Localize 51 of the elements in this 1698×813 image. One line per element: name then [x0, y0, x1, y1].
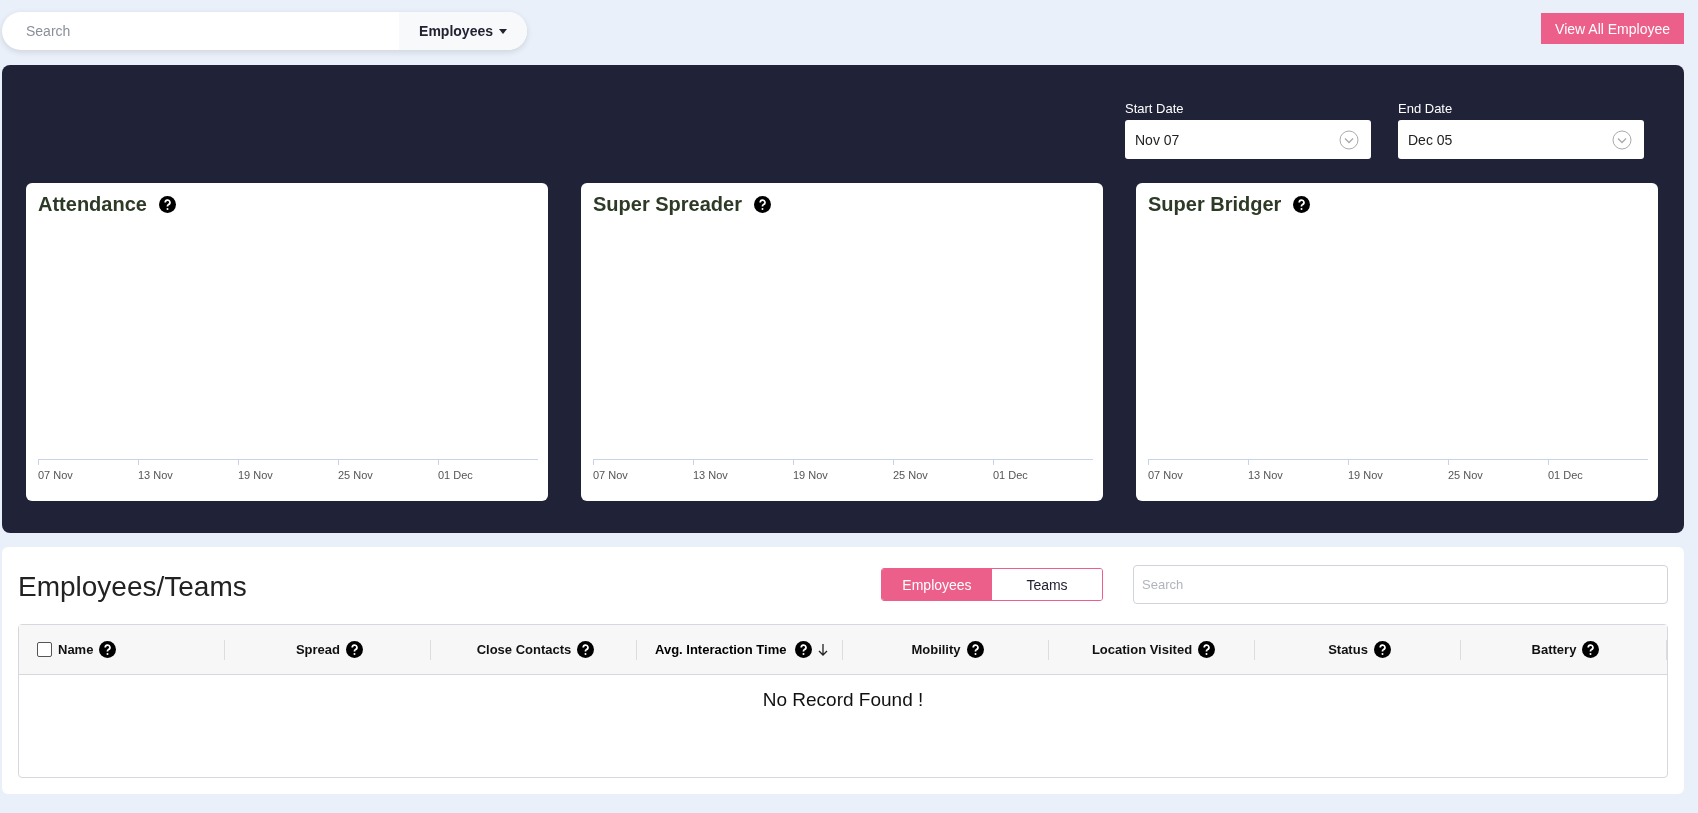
column-header: Close Contacts: [476, 642, 572, 657]
axis-label: 01 Dec: [1548, 469, 1583, 481]
column-header: Avg. Interaction Time: [655, 642, 788, 657]
help-icon: [966, 641, 984, 658]
axis-label: 07 Nov: [593, 469, 628, 481]
chart-title: Super Bridger: [1148, 193, 1282, 216]
axis-label: 01 Dec: [993, 469, 1028, 481]
help-icon: [346, 641, 364, 658]
column-header: Name: [58, 642, 94, 657]
employees-dropdown[interactable]: Employees: [399, 12, 527, 50]
axis-label: 19 Nov: [238, 469, 273, 481]
column-header: Battery: [1531, 642, 1577, 657]
axis-label: 19 Nov: [1348, 469, 1383, 481]
column-header: Mobility: [911, 642, 961, 657]
date-picker[interactable]: Nov 07: [1125, 120, 1371, 159]
search-field[interactable]: Search: [1133, 565, 1668, 604]
axis-label: 13 Nov: [138, 469, 173, 481]
axis-label: 13 Nov: [1248, 469, 1283, 481]
help-icon: [795, 641, 812, 658]
chart-title: Super Spreader: [593, 193, 742, 216]
date-label: End Date: [1398, 101, 1454, 116]
axis-label: 25 Nov: [1448, 469, 1483, 481]
date-picker[interactable]: Dec 05: [1398, 120, 1644, 159]
axis-label: 01 Dec: [438, 469, 473, 481]
axis-label: 25 Nov: [338, 469, 373, 481]
date-label: Start Date: [1125, 101, 1185, 116]
axis-label: 07 Nov: [1148, 469, 1183, 481]
help-icon: [1373, 641, 1391, 658]
axis-label: 25 Nov: [893, 469, 928, 481]
empty-message: No Record Found !: [762, 689, 924, 710]
axis-label: 19 Nov: [793, 469, 828, 481]
search-field[interactable]: Search Employees: [2, 12, 527, 50]
chevron-down-icon: [1612, 129, 1632, 150]
caret-icon: [499, 28, 507, 34]
column-header: Spread: [295, 642, 341, 657]
checkbox[interactable]: [37, 642, 52, 657]
help-icon: [99, 641, 117, 658]
help-icon: [158, 196, 176, 213]
chart-title: Attendance: [38, 193, 147, 216]
arrow-down-icon: [818, 643, 828, 656]
help-icon: [753, 196, 771, 213]
chevron-down-icon: [1339, 129, 1359, 150]
axis-label: 07 Nov: [38, 469, 73, 481]
help-icon: [1293, 196, 1311, 213]
axis-label: 13 Nov: [693, 469, 728, 481]
help-icon: [1582, 641, 1600, 658]
column-header: Location Visited: [1091, 642, 1193, 657]
section-title: Employees/Teams: [18, 571, 248, 603]
help-icon: [577, 641, 595, 658]
column-header: Status: [1328, 642, 1368, 657]
help-icon: [1198, 641, 1216, 658]
